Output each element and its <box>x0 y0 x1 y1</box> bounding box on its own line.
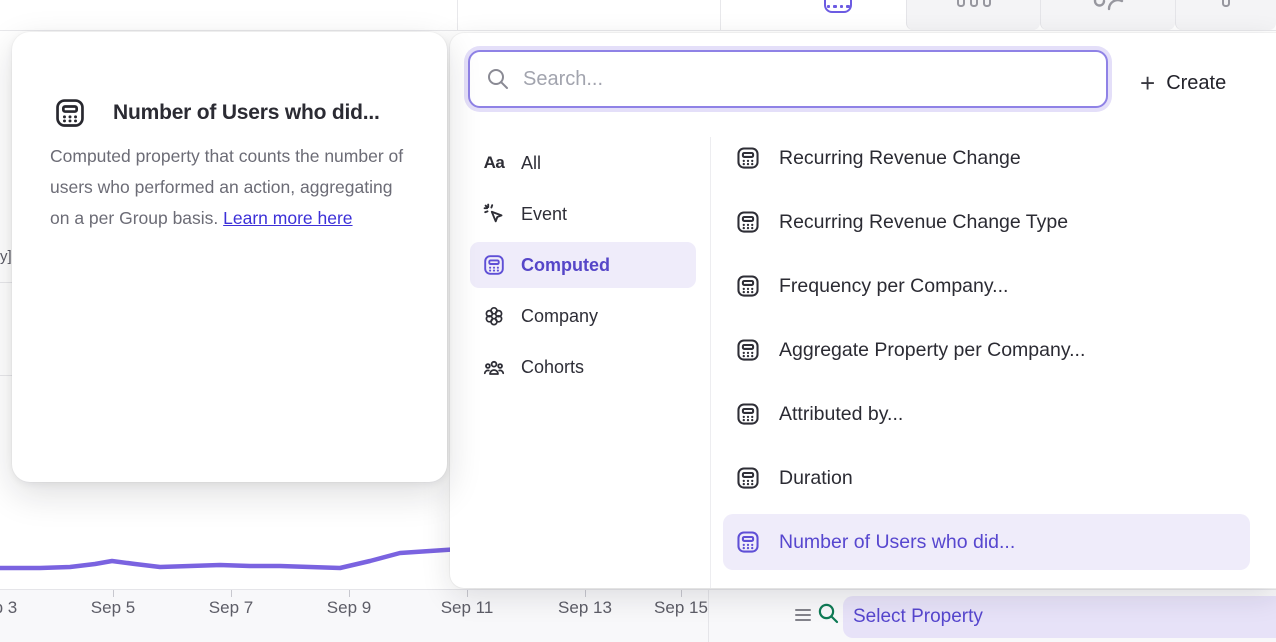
panel-divider <box>708 590 709 642</box>
card-header: Number of Users who did... <box>53 96 380 130</box>
axis-tick <box>349 590 350 597</box>
result-label: Recurring Revenue Change Type <box>779 211 1068 234</box>
result-duration[interactable]: Duration <box>723 456 1250 500</box>
category-computed[interactable]: Computed <box>470 242 696 288</box>
retention-curve-icon <box>1092 0 1124 12</box>
app-screen: y] Sep 3 Sep 5 <box>0 0 1276 642</box>
category-cohorts[interactable]: Cohorts <box>470 344 696 390</box>
calculator-icon <box>824 0 852 13</box>
result-recurring-revenue-change[interactable]: Recurring Revenue Change <box>723 136 1250 180</box>
category-company[interactable]: Company <box>470 293 696 339</box>
cursor-click-icon <box>482 202 506 226</box>
axis-tick <box>585 590 586 597</box>
plus-icon: + <box>1140 70 1155 96</box>
result-label: Attributed by... <box>779 403 903 426</box>
metric-line-chart <box>0 520 460 590</box>
axis-tick <box>467 590 468 597</box>
calculator-icon <box>735 465 761 491</box>
picker-category-list: Aa All Event <box>470 140 696 390</box>
result-label: Recurring Revenue Change <box>779 147 1021 170</box>
axis-tick <box>113 590 114 597</box>
category-label: Computed <box>521 255 610 276</box>
calculator-icon <box>735 529 761 555</box>
clipped-background-text: y] <box>0 248 12 265</box>
picker-results-list: Recurring Revenue Change Recurring Reven… <box>723 136 1250 564</box>
x-axis-label: Sep 15 <box>636 598 726 618</box>
calculator-icon <box>735 145 761 171</box>
calculator-icon <box>482 253 506 277</box>
property-picker-popover: + Create Aa All <box>450 33 1276 588</box>
search-input[interactable] <box>523 68 1090 91</box>
search-icon <box>486 67 510 91</box>
result-aggregate-property-per-company[interactable]: Aggregate Property per Company... <box>723 328 1250 372</box>
category-all[interactable]: Aa All <box>470 140 696 186</box>
card-description: Computed property that counts the number… <box>50 141 416 234</box>
tab-retention[interactable] <box>1040 0 1175 30</box>
property-description-card: Number of Users who did... Computed prop… <box>12 32 447 482</box>
drag-handle-icon[interactable] <box>795 607 812 623</box>
result-label: Frequency per Company... <box>779 275 1008 298</box>
picker-search-box[interactable] <box>468 50 1108 108</box>
picker-column-divider <box>710 137 711 588</box>
calculator-icon <box>735 401 761 427</box>
axis-tick <box>681 590 682 597</box>
chart-line <box>0 549 460 568</box>
calculator-icon <box>53 96 87 130</box>
x-axis-label: Sep 5 <box>68 598 158 618</box>
card-title: Number of Users who did... <box>113 101 380 125</box>
category-label: Cohorts <box>521 357 584 378</box>
x-axis-label: Sep 3 <box>0 598 40 618</box>
category-label: Event <box>521 204 567 225</box>
tab-funnel[interactable] <box>1175 0 1276 30</box>
property-search-icon[interactable] <box>817 602 840 625</box>
result-attributed-by[interactable]: Attributed by... <box>723 392 1250 436</box>
calculator-icon <box>735 337 761 363</box>
aa-icon: Aa <box>482 151 506 175</box>
funnel-icon <box>1222 0 1230 7</box>
result-label: Aggregate Property per Company... <box>779 339 1085 362</box>
toolbar-divider <box>720 0 721 30</box>
calculator-icon <box>735 209 761 235</box>
result-frequency-per-company[interactable]: Frequency per Company... <box>723 264 1250 308</box>
tab-bar-chart[interactable] <box>906 0 1040 30</box>
bottom-panel: Sep 3 Sep 5 Sep 7 Sep 9 Sep 11 Sep 13 Se… <box>0 589 1276 642</box>
x-axis-label: Sep 7 <box>186 598 276 618</box>
create-button-label: Create <box>1166 72 1226 95</box>
top-toolbar <box>0 0 1276 31</box>
cohorts-icon <box>482 355 506 379</box>
company-icon <box>482 304 506 328</box>
category-label: Company <box>521 306 598 327</box>
x-axis-label: Sep 13 <box>540 598 630 618</box>
result-label: Duration <box>779 467 853 490</box>
create-button[interactable]: + Create <box>1140 63 1226 103</box>
result-number-of-users-who-did[interactable]: Number of Users who did... <box>723 514 1250 570</box>
x-axis-label: Sep 11 <box>422 598 512 618</box>
bar-chart-icon <box>957 0 991 7</box>
tab-computed[interactable] <box>770 0 906 30</box>
select-property-label: Select Property <box>853 606 983 628</box>
learn-more-link[interactable]: Learn more here <box>223 208 352 228</box>
result-label: Number of Users who did... <box>779 531 1015 554</box>
select-property-field[interactable]: Select Property <box>843 596 1276 638</box>
category-event[interactable]: Event <box>470 191 696 237</box>
toolbar-divider <box>457 0 458 30</box>
axis-tick <box>231 590 232 597</box>
calculator-icon <box>735 273 761 299</box>
x-axis-label: Sep 9 <box>304 598 394 618</box>
category-label: All <box>521 153 541 174</box>
result-recurring-revenue-change-type[interactable]: Recurring Revenue Change Type <box>723 200 1250 244</box>
